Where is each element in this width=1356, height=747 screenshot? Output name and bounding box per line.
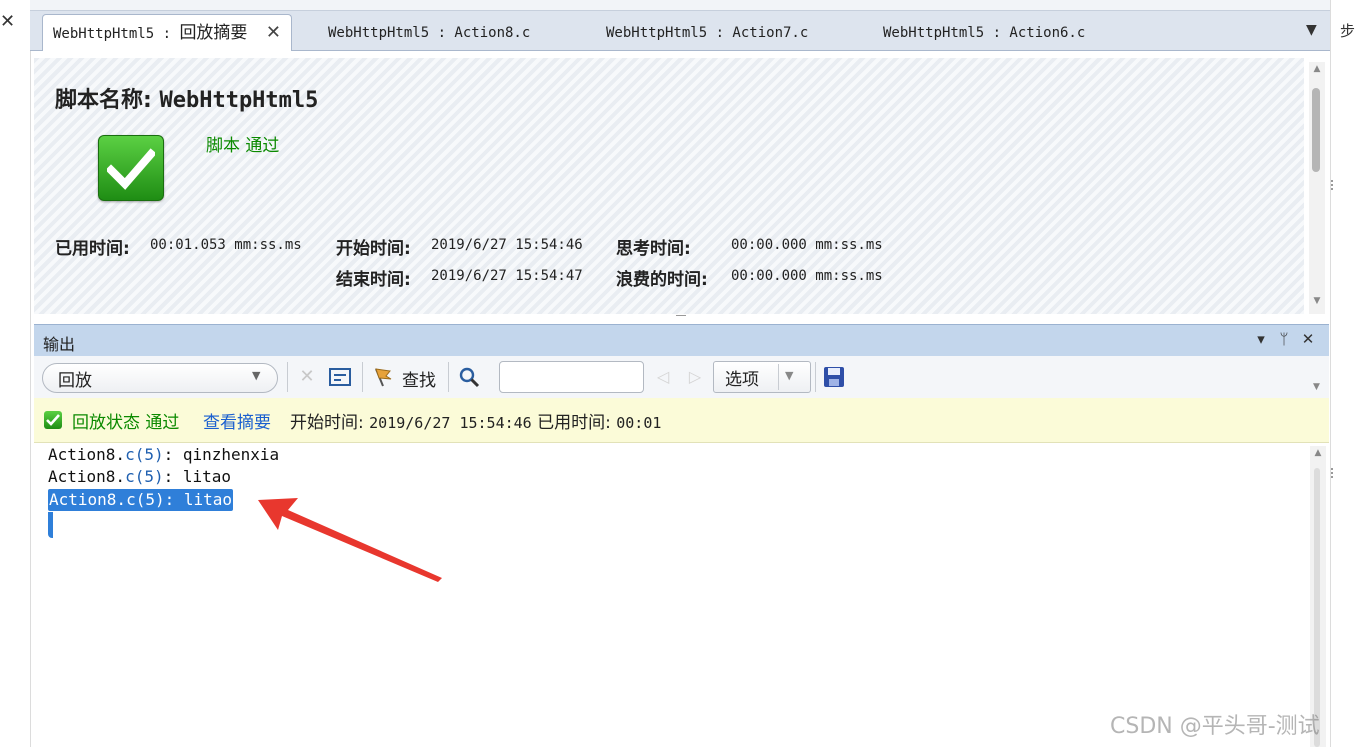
tab-label-cn: 回放摘要 bbox=[179, 23, 248, 43]
right-panel-label: 步 bbox=[1340, 22, 1356, 40]
tab-close-icon[interactable]: ✕ bbox=[266, 15, 281, 51]
output-mode-value: 回放 bbox=[58, 371, 92, 391]
text-selection-cursor bbox=[48, 512, 53, 538]
log-line[interactable]: Action8.c(5): qinzhenxia bbox=[48, 444, 279, 466]
word-wrap-icon[interactable] bbox=[327, 364, 353, 390]
resize-grip-icon[interactable] bbox=[1331, 468, 1339, 478]
scroll-up-icon[interactable]: ▲ bbox=[1309, 64, 1325, 78]
pass-check-icon bbox=[44, 411, 62, 429]
status-elapsed-label: 已用时间: bbox=[531, 413, 617, 433]
log-function-ref: c(5) bbox=[125, 467, 164, 486]
search-input[interactable] bbox=[499, 361, 644, 393]
save-icon[interactable] bbox=[821, 364, 847, 390]
tab-action7[interactable]: WebHttpHtml5 : Action7.c bbox=[596, 15, 818, 49]
start-time-value: 2019/6/27 15:54:46 bbox=[431, 237, 583, 253]
chevron-down-icon[interactable]: ▼ bbox=[252, 369, 260, 382]
scroll-down-icon[interactable]: ▼ bbox=[1309, 296, 1325, 310]
log-function-ref: c(5) bbox=[125, 445, 164, 464]
end-time-value: 2019/6/27 15:54:47 bbox=[431, 268, 583, 284]
log-line-selected[interactable]: Action8.c(5): litao bbox=[48, 489, 234, 511]
view-summary-link[interactable]: 查看摘要 bbox=[203, 408, 271, 433]
left-panel-strip bbox=[0, 0, 31, 747]
tab-action8[interactable]: WebHttpHtml5 : Action8.c bbox=[318, 15, 540, 49]
pin-icon[interactable]: ᛘ bbox=[1275, 330, 1293, 348]
options-button-divider bbox=[778, 364, 779, 390]
log-prefix: Action8. bbox=[49, 490, 127, 509]
think-time-label: 思考时间: bbox=[616, 239, 691, 259]
replay-status-text: 回放状态 通过 bbox=[72, 413, 180, 433]
panel-close-icon[interactable]: ✕ bbox=[1299, 330, 1317, 348]
watermark-text: CSDN @平头哥-测试 bbox=[1110, 714, 1320, 739]
output-panel-title: 输出 bbox=[43, 335, 76, 354]
status-start-value: 2019/6/27 15:54:46 bbox=[369, 414, 532, 432]
wasted-time-label: 浪费的时间: bbox=[616, 270, 708, 290]
wasted-time-value: 00:00.000 mm:ss.ms bbox=[731, 268, 883, 284]
find-next-icon[interactable]: ▷ bbox=[682, 364, 708, 390]
pass-check-icon bbox=[98, 135, 164, 201]
status-elapsed-value: 00:01 bbox=[616, 414, 662, 432]
end-time-label: 结束时间: bbox=[336, 270, 411, 290]
log-prefix: Action8. bbox=[48, 445, 126, 464]
think-time-value: 00:00.000 mm:ss.ms bbox=[731, 237, 883, 253]
tab-label: WebHttpHtml5 : Action8.c bbox=[328, 25, 531, 41]
close-icon[interactable]: ✕ bbox=[0, 12, 20, 32]
log-line[interactable]: Action8.c(5): litao bbox=[48, 466, 231, 488]
start-time-label: 开始时间: bbox=[336, 239, 411, 259]
tab-label: WebHttpHtml5 : bbox=[53, 26, 180, 42]
flag-icon[interactable] bbox=[369, 364, 395, 390]
toolbar-separator bbox=[362, 362, 363, 392]
chevron-down-icon[interactable]: ▼ bbox=[785, 369, 793, 382]
output-panel-header bbox=[34, 324, 1329, 357]
annotation-arrow-icon bbox=[258, 498, 442, 582]
log-function-ref: c(5) bbox=[126, 490, 165, 509]
log-text: : qinzhenxia bbox=[163, 445, 280, 464]
tab-list-menu-icon[interactable]: ▼ bbox=[1306, 22, 1322, 42]
log-text: : litao bbox=[164, 490, 233, 509]
search-icon[interactable] bbox=[456, 364, 482, 390]
elapsed-time-value: 00:01.053 mm:ss.ms bbox=[150, 237, 302, 253]
options-button-label: 选项 bbox=[725, 370, 759, 390]
tab-action6[interactable]: WebHttpHtml5 : Action6.c bbox=[873, 15, 1095, 49]
toolbar-separator bbox=[448, 362, 449, 392]
status-start-label: 开始时间: bbox=[290, 413, 370, 433]
scroll-up-icon[interactable]: ▲ bbox=[1310, 448, 1326, 462]
script-name-value: WebHttpHtml5 bbox=[159, 88, 319, 113]
toolbar-separator bbox=[815, 362, 816, 392]
script-name-title: 脚本名称: WebHttpHtml5 bbox=[55, 82, 318, 114]
tab-label: WebHttpHtml5 : Action7.c bbox=[606, 25, 809, 41]
tab-label: WebHttpHtml5 : Action6.c bbox=[883, 25, 1086, 41]
clear-icon[interactable]: ✕ bbox=[294, 364, 320, 390]
script-status-text: 脚本 通过 bbox=[206, 136, 280, 156]
toolbar-separator bbox=[287, 362, 288, 392]
summary-scroll-thumb[interactable] bbox=[1312, 88, 1320, 172]
tab-bar-top-strip bbox=[30, 0, 1330, 11]
log-text: : litao bbox=[163, 467, 232, 486]
log-scroll-thumb[interactable] bbox=[1314, 468, 1320, 747]
panel-dropdown-icon[interactable]: ▾ bbox=[1252, 330, 1270, 348]
tab-replay-summary[interactable]: WebHttpHtml5 : 回放摘要 ✕ bbox=[42, 14, 292, 51]
find-button-label[interactable]: 查找 bbox=[402, 366, 436, 391]
resize-grip-icon[interactable] bbox=[1331, 180, 1339, 190]
status-time-info: 开始时间: 2019/6/27 15:54:46 已用时间: 00:01 bbox=[290, 408, 661, 433]
right-panel-strip bbox=[1330, 0, 1356, 747]
script-name-label: 脚本名称: bbox=[55, 88, 160, 113]
elapsed-time-label: 已用时间: bbox=[55, 239, 130, 259]
find-previous-icon[interactable]: ◁ bbox=[650, 364, 676, 390]
toolbar-overflow-icon[interactable]: ▼ bbox=[1313, 382, 1320, 392]
log-prefix: Action8. bbox=[48, 467, 126, 486]
